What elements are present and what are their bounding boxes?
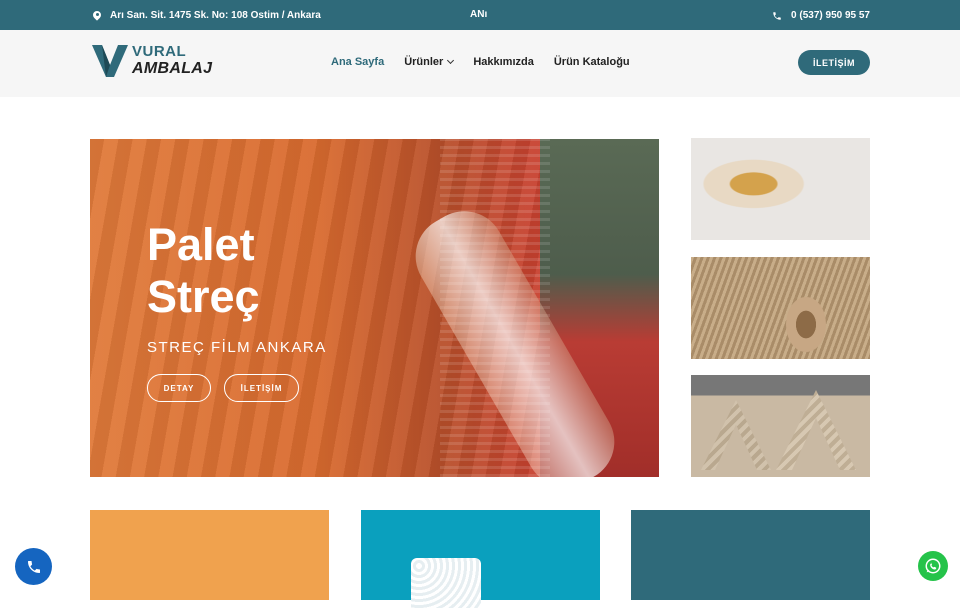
corner-protector-right	[776, 390, 856, 470]
phone-text: 0 (537) 950 95 57	[791, 10, 870, 21]
logo[interactable]: VURAL AMBALAJ	[92, 43, 212, 79]
address: Arı San. Sit. 1475 Sk. No: 108 Ostim / A…	[93, 10, 321, 21]
top-bar: Arı San. Sit. 1475 Sk. No: 108 Ostim / A…	[0, 0, 960, 30]
phone-icon	[773, 11, 781, 20]
category-card-cyan[interactable]	[361, 510, 600, 608]
site-header: VURAL AMBALAJ Ana Sayfa Ürünler Hakkımız…	[0, 30, 960, 97]
hero-title-line2: Streç	[147, 271, 260, 322]
nav-item-urun-katalogu[interactable]: Ürün Kataloğu	[554, 56, 630, 68]
main-nav: Ana Sayfa Ürünler Hakkımızda Ürün Katalo…	[331, 56, 630, 68]
category-card-orange[interactable]	[90, 510, 329, 600]
hero-title: Palet Streç	[147, 219, 260, 323]
top-phone[interactable]: 0 (537) 950 95 57	[772, 10, 870, 21]
call-button[interactable]	[15, 548, 52, 585]
cardboard-roll	[786, 297, 826, 352]
logo-mark-icon	[92, 45, 128, 77]
bubble-wrap-image	[411, 558, 481, 608]
nav-item-urunler[interactable]: Ürünler	[404, 56, 455, 68]
corner-protector-image[interactable]	[691, 375, 870, 477]
category-card-teal[interactable]	[631, 510, 870, 600]
map-pin-icon	[93, 11, 101, 21]
chevron-down-icon	[447, 56, 455, 65]
phone-icon	[27, 560, 40, 573]
corner-protector-left	[701, 400, 771, 470]
hero-slider: Palet Streç STREÇ FİLM ANKARA DETAY İLET…	[90, 139, 659, 477]
detail-button[interactable]: DETAY	[147, 374, 211, 402]
nav-item-ana-sayfa[interactable]: Ana Sayfa	[331, 56, 384, 68]
contact-button[interactable]: İLETİŞİM	[798, 50, 870, 75]
logo-line2: AMBALAJ	[132, 60, 213, 77]
corrugated-cardboard-image[interactable]	[691, 257, 870, 359]
hero-subtitle: STREÇ FİLM ANKARA	[147, 339, 327, 356]
packing-tape-image[interactable]	[691, 138, 870, 240]
hero-contact-button[interactable]: İLETİŞİM	[224, 374, 299, 402]
nav-item-label: Ürünler	[404, 56, 444, 68]
marquee-text: ANı	[470, 9, 488, 20]
nav-item-hakkimizda[interactable]: Hakkımızda	[473, 56, 534, 68]
whatsapp-button[interactable]	[918, 551, 948, 581]
hero-title-line1: Palet	[147, 219, 255, 270]
whatsapp-icon	[925, 558, 941, 574]
address-text: Arı San. Sit. 1475 Sk. No: 108 Ostim / A…	[110, 10, 321, 21]
logo-line1: VURAL	[132, 43, 187, 60]
